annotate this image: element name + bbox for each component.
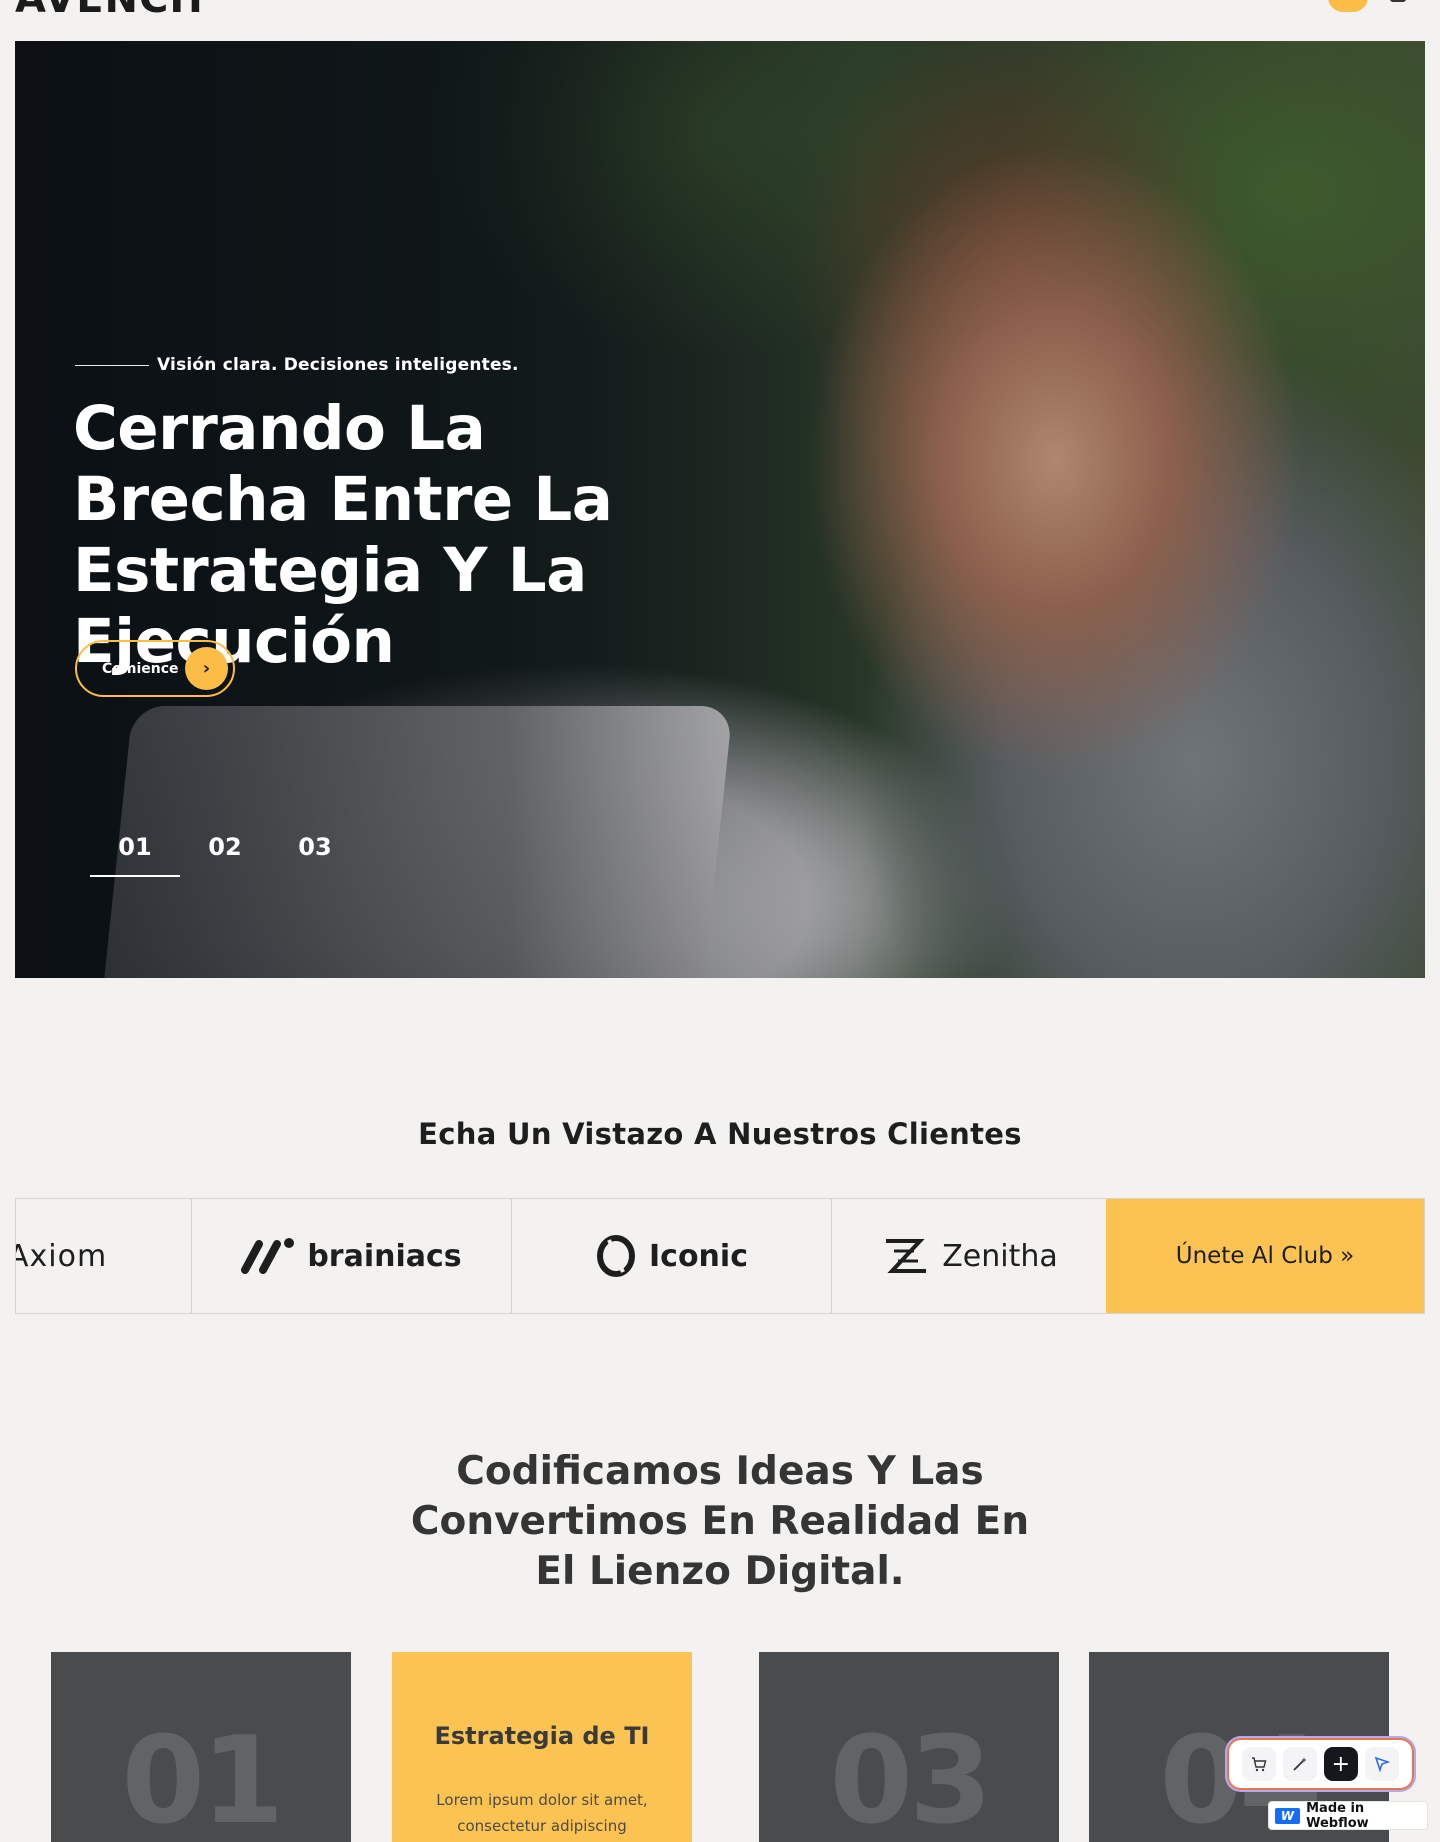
client-logo-brainiacs: brainiacs	[192, 1199, 512, 1313]
bag-icon[interactable]	[1390, 0, 1406, 2]
service-card-body: Lorem ipsum dolor sit amet, consectetur …	[436, 1791, 648, 1835]
brainiacs-mark-icon	[241, 1238, 295, 1274]
join-club-button[interactable]: Únete Al Club »	[1106, 1199, 1424, 1313]
iconic-mark-icon	[597, 1235, 635, 1277]
cursor-icon[interactable]	[1364, 1747, 1399, 1781]
slide-tab-02[interactable]: 02	[180, 833, 270, 877]
eyebrow-divider	[75, 364, 149, 366]
made-in-webflow-label: Made in Webflow	[1306, 1800, 1369, 1831]
hero-eyebrow: Visión clara. Decisiones inteligentes.	[75, 355, 519, 375]
slide-tab-01[interactable]: 01	[90, 833, 180, 877]
service-card-heading: Estrategia de TI	[434, 1722, 650, 1750]
client-name-axiom: Axiom	[16, 1238, 108, 1274]
header-action-button[interactable]	[1328, 0, 1368, 12]
cart-icon[interactable]	[1242, 1747, 1277, 1781]
client-logo-iconic: Iconic	[512, 1199, 832, 1313]
magic-wand-icon[interactable]	[1283, 1747, 1318, 1781]
service-card-it-strategy[interactable]: Estrategia de TI Lorem ipsum dolor sit a…	[392, 1652, 692, 1842]
editor-toolbar: +	[1227, 1738, 1414, 1790]
service-card-03[interactable]: 03	[759, 1652, 1059, 1842]
client-name-zenitha: Zenitha	[942, 1238, 1058, 1274]
hero-section: Visión clara. Decisiones inteligentes. C…	[15, 41, 1425, 978]
site-logo[interactable]: AVENCH	[15, 0, 204, 22]
client-name-iconic: Iconic	[649, 1238, 748, 1274]
zenitha-mark-icon	[886, 1239, 927, 1273]
chevron-right-icon: ›	[185, 647, 228, 690]
clients-logo-strip: Axiom brainiacs Iconic Zenitha Únete Al …	[15, 1198, 1425, 1314]
service-card-number: 01	[121, 1712, 285, 1842]
service-card-01[interactable]: 01	[51, 1652, 351, 1842]
get-started-label: Comience	[102, 660, 179, 677]
webflow-logo-icon: W	[1275, 1807, 1301, 1824]
page: AVENCH Visión clara. Decisiones intelige…	[0, 0, 1440, 1842]
services-title: Codificamos Ideas Y Las Convertimos En R…	[410, 1449, 1030, 1594]
service-card-number: 03	[829, 1712, 993, 1842]
client-logo-axiom: Axiom	[16, 1199, 192, 1313]
client-name-brainiacs: brainiacs	[307, 1238, 462, 1274]
client-logo-zenitha: Zenitha	[832, 1199, 1106, 1313]
slide-tabs: 01 02 03	[90, 833, 360, 877]
clients-title: Echa Un Vistazo A Nuestros Clientes	[418, 1117, 1022, 1151]
plus-icon[interactable]: +	[1323, 1747, 1358, 1781]
hero-title: Cerrando La Brecha Entre La Estrategia Y…	[73, 393, 613, 677]
slide-tab-03[interactable]: 03	[270, 833, 360, 877]
made-in-webflow-badge[interactable]: W Made in Webflow	[1268, 1800, 1428, 1831]
get-started-button[interactable]: Comience ›	[75, 640, 235, 697]
hero-eyebrow-text: Visión clara. Decisiones inteligentes.	[157, 355, 519, 375]
